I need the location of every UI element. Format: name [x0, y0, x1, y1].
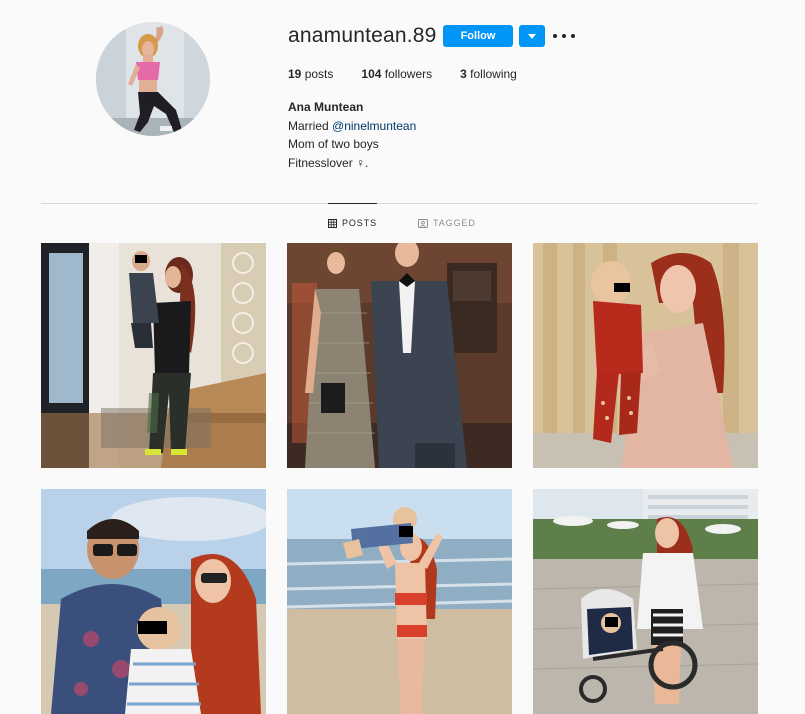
bio-full-name: Ana Muntean — [288, 100, 364, 114]
bio-line-married: Married @ninelmuntean — [288, 117, 416, 136]
stat-following[interactable]: 3 following — [460, 67, 517, 81]
more-options-button[interactable] — [553, 27, 575, 45]
posts-count: 19 — [288, 67, 302, 81]
bio-mention-link[interactable]: @ninelmuntean — [332, 119, 416, 133]
stat-posts: 19 posts — [288, 67, 333, 81]
post-tile-6[interactable] — [533, 489, 758, 714]
face-censor-bar — [135, 255, 147, 263]
profile-bio: Ana Muntean Married @ninelmuntean Mom of… — [288, 98, 416, 172]
face-censor-bar — [605, 617, 618, 627]
follow-button[interactable]: Follow — [443, 25, 513, 47]
post-image-3 — [533, 243, 758, 468]
suggested-accounts-dropdown-button[interactable] — [519, 25, 545, 47]
post-image-6 — [533, 489, 758, 714]
tab-posts[interactable]: POSTS — [328, 203, 378, 228]
chevron-down-icon — [528, 33, 536, 39]
post-tile-1[interactable] — [41, 243, 266, 468]
profile-username: anamuntean.89 — [288, 24, 437, 47]
followers-label: followers — [384, 67, 433, 81]
bio-married-text: Married — [288, 118, 333, 133]
posts-label: posts — [304, 67, 334, 81]
post-image-4 — [41, 489, 266, 714]
followers-count: 104 — [361, 67, 382, 81]
tagged-user-icon — [418, 218, 428, 228]
header-divider — [41, 203, 758, 204]
post-image-5 — [287, 489, 512, 714]
post-tile-3[interactable] — [533, 243, 758, 468]
ellipsis-icon — [553, 34, 575, 38]
bio-line-fitness: Fitnesslover ♀. — [288, 155, 369, 170]
face-censor-bar — [138, 621, 167, 634]
post-tile-4[interactable] — [41, 489, 266, 714]
post-tile-2[interactable] — [287, 243, 512, 468]
bio-line-mom: Mom of two boys — [288, 137, 379, 151]
stat-followers[interactable]: 104 followers — [361, 67, 432, 81]
tab-posts-label: POSTS — [342, 218, 378, 228]
profile-stats: 19 posts 104 followers 3 following — [288, 67, 545, 81]
tab-tagged-label: TAGGED — [433, 218, 476, 228]
tab-tagged[interactable]: TAGGED — [418, 218, 476, 228]
post-image-2 — [287, 243, 512, 468]
post-tile-5[interactable] — [287, 489, 512, 714]
post-image-1 — [41, 243, 266, 468]
face-censor-bar — [399, 526, 413, 537]
profile-avatar[interactable] — [96, 22, 210, 136]
following-label: following — [470, 67, 517, 81]
grid-icon — [328, 218, 337, 228]
following-count: 3 — [460, 67, 467, 81]
face-censor-bar — [614, 283, 630, 292]
